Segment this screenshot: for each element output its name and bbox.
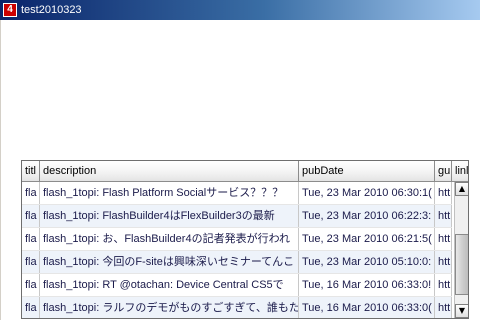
column-header-guid[interactable]: gu [435, 161, 452, 181]
column-header-description[interactable]: description [40, 161, 299, 181]
table-row[interactable]: fla flash_1topi: FlashBuilder4はFlexBuilde… [22, 205, 468, 228]
scrollbar-thumb[interactable] [455, 234, 468, 295]
cell-description: flash_1topi: 今回のF-siteは興味深いセミナーてんこ [40, 251, 299, 273]
table-row[interactable]: fla flash_1topi: お、FlashBuilder4の記者発表が行われ… [22, 228, 468, 251]
column-header-pubdate[interactable]: pubDate [299, 161, 435, 181]
cell-guid: htt [435, 274, 452, 296]
table-row[interactable]: fla flash_1topi: Flash Platform Socialサービ… [22, 182, 468, 205]
data-grid[interactable]: titl description pubDate gu linl fla flas… [21, 160, 469, 319]
vertical-scrollbar[interactable]: ▲ ▼ [454, 182, 468, 318]
arrow-up-icon: ▲ [458, 184, 466, 193]
cell-pubdate: Tue, 16 Mar 2010 06:33:0( [299, 297, 435, 318]
window-titlebar[interactable]: 4 test2010323 [0, 0, 480, 20]
column-header-title[interactable]: titl [22, 161, 40, 181]
cell-pubdate: Tue, 23 Mar 2010 06:22:3: [299, 205, 435, 227]
scroll-down-button[interactable]: ▼ [455, 304, 468, 318]
window-content: titl description pubDate gu linl fla flas… [0, 20, 480, 320]
cell-description: flash_1topi: FlashBuilder4はFlexBuilder3の… [40, 205, 299, 227]
cell-description: flash_1topi: Flash Platform Socialサービス？？… [40, 182, 299, 204]
cell-title: fla [22, 251, 40, 273]
cell-description: flash_1topi: ラルフのデモがものすごすぎて、誰もた [40, 297, 299, 318]
cell-title: fla [22, 297, 40, 318]
window-title: test2010323 [21, 4, 82, 16]
cell-guid: htt [435, 205, 452, 227]
app-icon: 4 [3, 3, 17, 17]
arrow-down-icon: ▼ [458, 306, 466, 315]
cell-pubdate: Tue, 16 Mar 2010 06:33:0! [299, 274, 435, 296]
scroll-up-button[interactable]: ▲ [455, 182, 468, 196]
cell-pubdate: Tue, 23 Mar 2010 06:21:5( [299, 228, 435, 250]
cell-description: flash_1topi: RT @otachan: Device Central… [40, 274, 299, 296]
cell-guid: htt [435, 228, 452, 250]
table-row[interactable]: fla flash_1topi: ラルフのデモがものすごすぎて、誰もた Tue, 1… [22, 297, 468, 318]
cell-title: fla [22, 274, 40, 296]
cell-guid: htt [435, 297, 452, 318]
cell-guid: htt [435, 182, 452, 204]
table-row[interactable]: fla flash_1topi: 今回のF-siteは興味深いセミナーてんこ Tue… [22, 251, 468, 274]
cell-description: flash_1topi: お、FlashBuilder4の記者発表が行われ [40, 228, 299, 250]
grid-header: titl description pubDate gu linl [22, 161, 468, 182]
cell-guid: htt [435, 251, 452, 273]
cell-pubdate: Tue, 23 Mar 2010 05:10:0: [299, 251, 435, 273]
cell-pubdate: Tue, 23 Mar 2010 06:30:1( [299, 182, 435, 204]
column-header-link[interactable]: linl [452, 161, 468, 181]
cell-title: fla [22, 205, 40, 227]
cell-title: fla [22, 182, 40, 204]
cell-title: fla [22, 228, 40, 250]
table-row[interactable]: fla flash_1topi: RT @otachan: Device Cent… [22, 274, 468, 297]
